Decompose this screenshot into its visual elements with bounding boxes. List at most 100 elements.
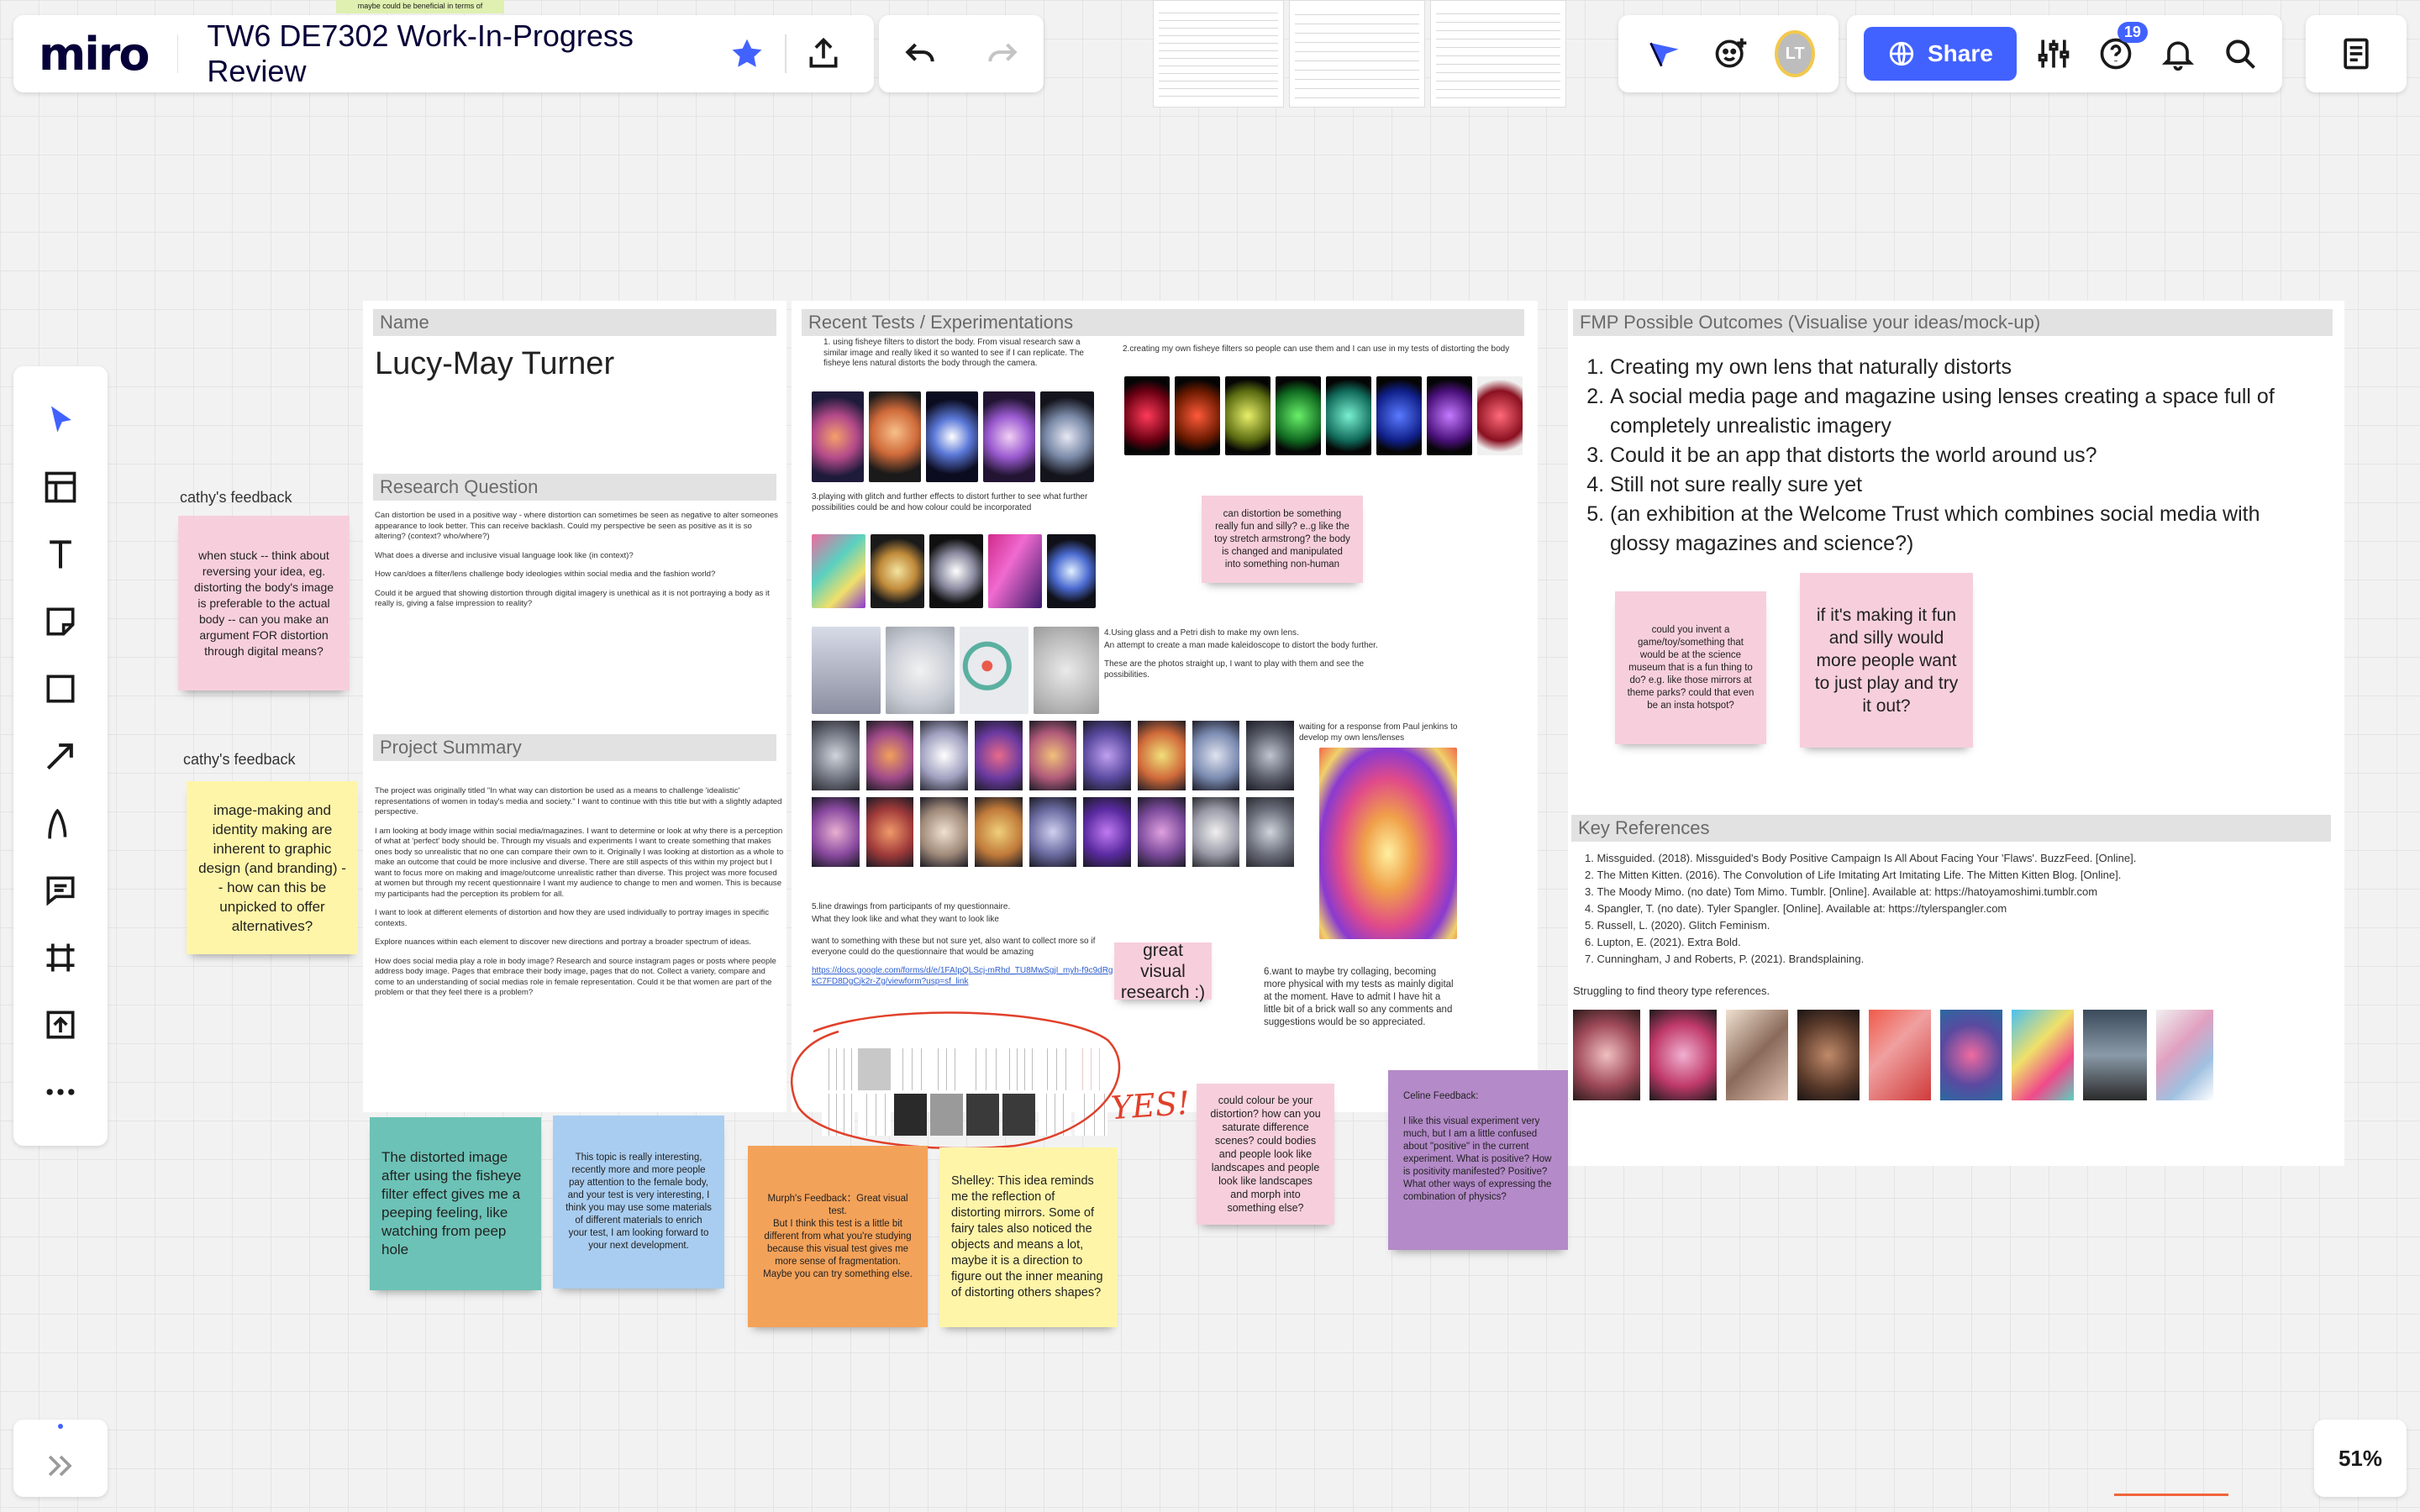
kaleidoscope-photo[interactable]: [920, 721, 968, 790]
glitch-photo[interactable]: [929, 534, 983, 608]
search-icon[interactable]: [2215, 27, 2265, 81]
reference-image[interactable]: [1573, 1010, 1640, 1100]
petri-photo[interactable]: [886, 627, 955, 714]
miro-logo[interactable]: miro: [39, 28, 150, 81]
settings-sliders-icon[interactable]: [2028, 27, 2079, 81]
kaleidoscope-photo[interactable]: [1083, 797, 1131, 867]
glitch-photo[interactable]: [871, 534, 924, 608]
red-circle-annotation[interactable]: [788, 1006, 1141, 1152]
connection-line-icon[interactable]: [31, 727, 90, 785]
sticky-fun-silly[interactable]: if it's making it fun and silly would mo…: [1800, 573, 1973, 748]
notes-list-icon[interactable]: [2329, 27, 2383, 81]
glitch-photo[interactable]: [1047, 534, 1096, 608]
lens-artwork[interactable]: [1319, 748, 1457, 939]
reference-image[interactable]: [2156, 1010, 2213, 1100]
questionnaire-link[interactable]: https://docs.google.com/forms/d/e/1FAIpQ…: [812, 966, 1114, 987]
filter-photo[interactable]: [1376, 376, 1422, 455]
kaleidoscope-photo[interactable]: [1192, 721, 1240, 790]
fisheye-photo[interactable]: [812, 391, 864, 482]
sticky-murph-feedback[interactable]: Murph's Feedback：Great visual test. But …: [748, 1146, 928, 1327]
star-icon[interactable]: [722, 27, 773, 81]
reference-image[interactable]: [1940, 1010, 2002, 1100]
reference-image[interactable]: [1649, 1010, 1717, 1100]
sticky-great-visual[interactable]: great visual research :): [1114, 941, 1212, 1002]
sticky-cathy-identity[interactable]: image-making and identity making are inh…: [187, 781, 358, 954]
fisheye-photo[interactable]: [926, 391, 978, 482]
sticky-peep-hole[interactable]: The distorted image after using the fish…: [370, 1117, 541, 1290]
glitch-photo[interactable]: [988, 534, 1042, 608]
add-comment-emoji-icon[interactable]: [1708, 27, 1753, 81]
kaleidoscope-photo[interactable]: [812, 721, 860, 790]
top-frame-preview-c[interactable]: [1430, 0, 1566, 108]
avatar[interactable]: LT: [1775, 30, 1815, 77]
reference-image[interactable]: [2012, 1010, 2074, 1100]
undo-icon[interactable]: [893, 27, 947, 81]
zoom-control[interactable]: 51%: [2314, 1420, 2407, 1497]
frame-tool-icon[interactable]: [31, 928, 90, 987]
filter-photo[interactable]: [1326, 376, 1371, 455]
comment-icon[interactable]: [31, 861, 90, 920]
filter-photo[interactable]: [1175, 376, 1220, 455]
kaleidoscope-photo[interactable]: [1138, 797, 1186, 867]
kaleidoscope-photo[interactable]: [1192, 797, 1240, 867]
sticky-science-museum[interactable]: could you invent a game/toy/something th…: [1615, 591, 1766, 744]
reactions-cursor-icon[interactable]: [1642, 27, 1686, 81]
top-sticky-snippet[interactable]: maybe could be beneficial in terms of: [336, 0, 504, 13]
help-icon[interactable]: 19: [2091, 22, 2148, 81]
kaleidoscope-photo[interactable]: [1246, 797, 1294, 867]
test-4c: These are the photos straight up, I want…: [1104, 659, 1365, 680]
select-cursor-icon[interactable]: [31, 391, 90, 449]
yes-annotation[interactable]: YES!: [1110, 1084, 1192, 1126]
expand-chevrons-icon[interactable]: [34, 1439, 87, 1493]
kaleidoscope-photo[interactable]: [920, 797, 968, 867]
board-title[interactable]: TW6 DE7302 Work-In-Progress Review: [207, 18, 712, 89]
petri-photo[interactable]: [1034, 627, 1099, 714]
text-tool-icon[interactable]: [31, 525, 90, 584]
kaleidoscope-photo[interactable]: [1028, 721, 1077, 790]
filter-photo[interactable]: [1427, 376, 1472, 455]
reference-image[interactable]: [1869, 1010, 1931, 1100]
filter-photo[interactable]: [1225, 376, 1270, 455]
kaleidoscope-photo[interactable]: [1138, 721, 1186, 790]
kaleidoscope-photo[interactable]: [1246, 721, 1294, 790]
reference-image[interactable]: [1797, 1010, 1860, 1100]
kaleidoscope-photo[interactable]: [975, 797, 1023, 867]
filter-photo[interactable]: [1124, 376, 1170, 455]
fisheye-photo[interactable]: [869, 391, 921, 482]
sticky-note-icon[interactable]: [31, 592, 90, 651]
filter-photo[interactable]: [1477, 376, 1523, 455]
sticky-shelley-feedback[interactable]: Shelley: This idea reminds me the reflec…: [939, 1147, 1118, 1327]
waiting-text: waiting for a response from Paul jenkins…: [1299, 722, 1458, 743]
share-button[interactable]: Share: [1864, 27, 2017, 81]
filter-photo[interactable]: [1276, 376, 1321, 455]
petri-photo[interactable]: [812, 627, 881, 714]
kaleidoscope-photo[interactable]: [975, 721, 1023, 790]
export-icon[interactable]: [798, 27, 850, 81]
sticky-materials[interactable]: This topic is really interesting, recent…: [553, 1116, 724, 1289]
kaleidoscope-photo[interactable]: [865, 797, 914, 867]
kaleidoscope-photo[interactable]: [865, 721, 914, 790]
notifications-bell-icon[interactable]: [2153, 27, 2203, 81]
fisheye-photo[interactable]: [1040, 391, 1094, 482]
templates-icon[interactable]: [31, 458, 90, 517]
shape-tool-icon[interactable]: [31, 659, 90, 718]
reference-image[interactable]: [1726, 1010, 1788, 1100]
kaleidoscope-photo[interactable]: [1028, 797, 1077, 867]
sticky-celine-feedback[interactable]: Celine Feedback: I like this visual expe…: [1388, 1070, 1568, 1250]
more-tools-icon[interactable]: [31, 1063, 90, 1121]
upload-icon[interactable]: [31, 995, 90, 1054]
kaleidoscope-photo[interactable]: [1083, 721, 1131, 790]
petri-photo[interactable]: [960, 627, 1028, 714]
redo-icon[interactable]: [976, 27, 1029, 81]
pen-tool-icon[interactable]: [31, 794, 90, 853]
glitch-photo[interactable]: [812, 534, 865, 608]
sticky-fun-distortion[interactable]: can distortion be something really fun a…: [1202, 496, 1363, 583]
sticky-cathy-reverse[interactable]: when stuck -- think about reversing your…: [178, 516, 350, 690]
top-frame-preview-a[interactable]: [1153, 0, 1284, 108]
kaleidoscope-photo[interactable]: [812, 797, 860, 867]
fisheye-photo[interactable]: [983, 391, 1035, 482]
scroll-indicator[interactable]: [2114, 1494, 2228, 1496]
reference-image[interactable]: [2083, 1010, 2147, 1100]
sticky-colour-distortion[interactable]: could colour be your distortion? how can…: [1197, 1084, 1334, 1225]
top-frame-preview-b[interactable]: [1289, 0, 1425, 108]
